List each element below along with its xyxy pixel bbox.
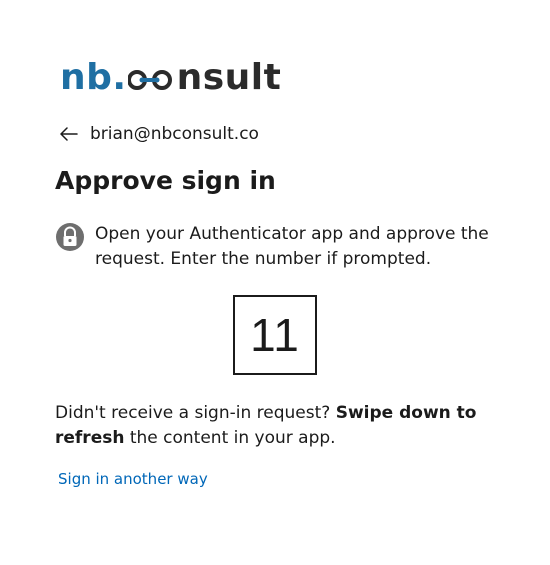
logo-link-icon [127, 67, 176, 91]
arrow-left-icon[interactable] [60, 124, 80, 144]
number-match-box: 11 [233, 295, 317, 375]
number-match-value: 11 [250, 309, 300, 361]
sign-in-card: nb. nsult brian@nbconsult.co Approve sig… [0, 0, 550, 565]
help-text: Didn't receive a sign-in request? Swipe … [55, 401, 495, 451]
help-text-prefix: Didn't receive a sign-in request? [55, 403, 336, 423]
lock-icon [55, 222, 85, 252]
sign-in-another-way-link[interactable]: Sign in another way [58, 470, 208, 488]
instruction-text: Open your Authenticator app and approve … [95, 224, 489, 269]
identity-email: brian@nbconsult.co [90, 124, 259, 144]
help-text-suffix: the content in your app. [124, 428, 336, 448]
identity-row: brian@nbconsult.co [60, 124, 259, 144]
company-logo: nb. nsult [60, 56, 281, 100]
instruction-row: Open your Authenticator app and approve … [55, 222, 495, 272]
page-title: Approve sign in [55, 166, 276, 195]
logo-nb: nb. [60, 57, 127, 98]
logo-nsult: nsult [176, 57, 282, 98]
